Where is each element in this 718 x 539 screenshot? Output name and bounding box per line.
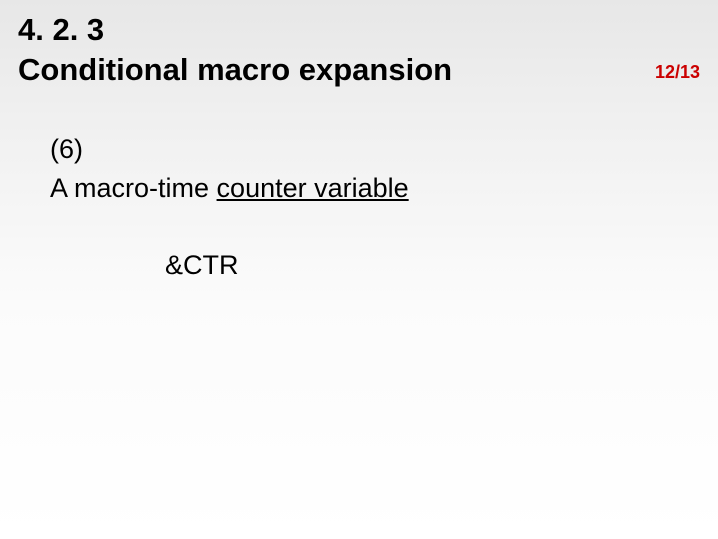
- slide: 4. 2. 3 Conditional macro expansion 12/1…: [0, 0, 718, 539]
- page-indicator: 12/13: [655, 62, 700, 83]
- section-number: 4. 2. 3: [18, 12, 104, 47]
- slide-body: (6) A macro-time counter variable &CTR: [50, 130, 409, 285]
- desc-underlined: counter variable: [217, 173, 409, 203]
- item-label: (6): [50, 130, 409, 169]
- desc-prefix: A macro-time: [50, 173, 217, 203]
- variable-name: &CTR: [165, 246, 409, 285]
- item-description: A macro-time counter variable: [50, 169, 409, 208]
- slide-title: Conditional macro expansion: [18, 52, 452, 87]
- slide-heading: 4. 2. 3 Conditional macro expansion: [18, 10, 452, 91]
